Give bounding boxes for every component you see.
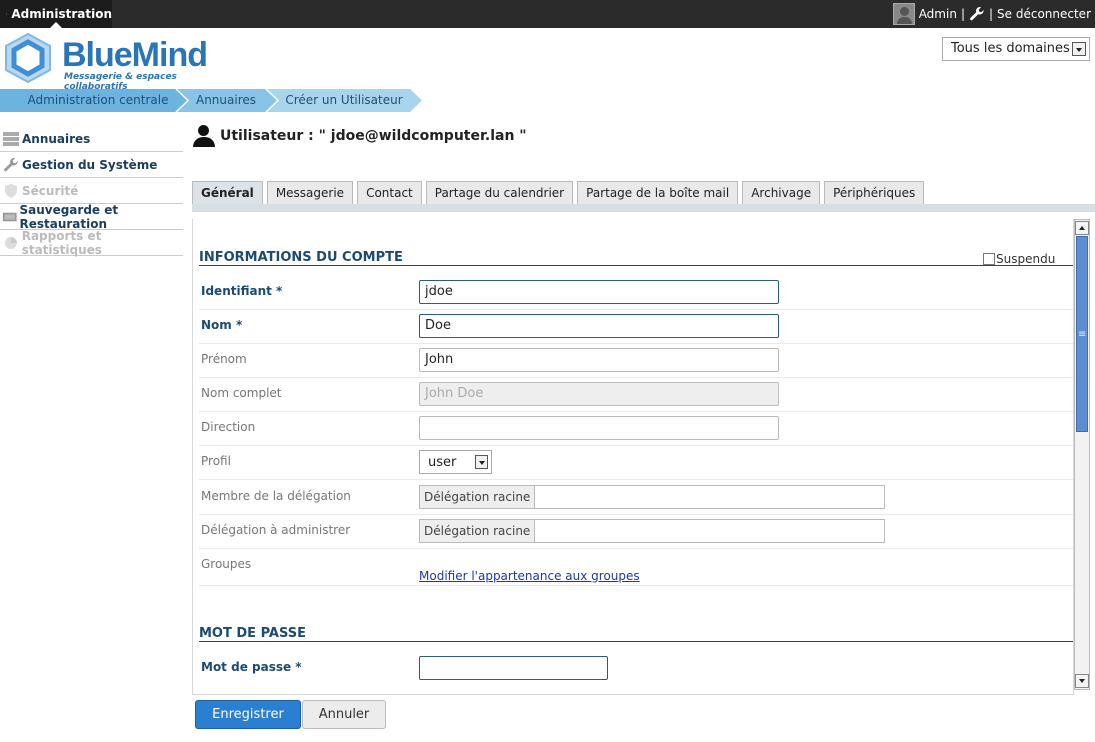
- sidebar-item-directories[interactable]: Annuaires: [0, 126, 183, 152]
- sidebar-item-reports: Rapports et statistiques: [0, 228, 183, 257]
- tab-underline: [192, 204, 1095, 212]
- section-divider: [199, 265, 1073, 266]
- tab-general[interactable]: Général: [192, 181, 263, 205]
- groups-label: Groupes: [201, 557, 252, 571]
- sidebar-item-label: Rapports et statistiques: [21, 228, 102, 257]
- password-label: Mot de passe *: [201, 660, 302, 674]
- scroll-down-icon[interactable]: [1075, 674, 1089, 688]
- profile-select[interactable]: user: [419, 450, 492, 474]
- row-groups: Groupes Modifier l'appartenance aux grou…: [199, 549, 1073, 586]
- backup-drive-icon: [2, 212, 17, 221]
- section-title-account: INFORMATIONS DU COMPTE: [199, 250, 403, 265]
- domain-select-value: Tous les domaines: [951, 41, 1070, 56]
- sidebar-item-security: Sécurité: [0, 178, 183, 204]
- profile-label: Profil: [201, 454, 231, 468]
- member-delegation-prefix: Délégation racine: [420, 486, 536, 508]
- wrench-icon[interactable]: [969, 6, 985, 22]
- row-lastname: Nom * Doe: [199, 310, 1073, 344]
- member-delegation-field[interactable]: Délégation racine: [419, 485, 885, 509]
- logo: BlueMind Messagerie & espaces collaborat…: [2, 32, 212, 92]
- sidebar: Annuaires Gestion du Système Sécurité Sa…: [0, 126, 183, 257]
- suspend-toggle[interactable]: Suspendu: [983, 252, 1055, 266]
- top-bar: Administration Admin | | Se déconnecter: [0, 0, 1095, 28]
- row-login: Identifiant * jdoe: [199, 276, 1073, 310]
- breadcrumb-item-create-user: Créer un Utilisateur: [285, 93, 403, 107]
- wrench-icon: [6, 13, 8, 15]
- breadcrumb-item-admin[interactable]: Administration centrale: [18, 89, 178, 112]
- sidebar-item-label: Gestion du Système: [22, 157, 158, 172]
- firstname-input[interactable]: John: [419, 348, 779, 372]
- separator: |: [960, 7, 965, 21]
- chevron-down-icon: [1072, 42, 1086, 56]
- scrollbar[interactable]: [1074, 219, 1090, 690]
- breadcrumb-item-directories[interactable]: Annuaires: [184, 89, 268, 112]
- tab-calendar-sharing[interactable]: Partage du calendrier: [425, 181, 574, 205]
- cancel-button[interactable]: Annuler: [302, 700, 386, 729]
- row-profile: Profil user: [199, 446, 1073, 480]
- login-input[interactable]: jdoe: [419, 280, 779, 304]
- tab-devices[interactable]: Périphériques: [824, 181, 925, 205]
- groups-link[interactable]: Modifier l'appartenance aux groupes: [419, 569, 640, 583]
- section-title-password: MOT DE PASSE: [199, 626, 306, 641]
- app-title: Administration: [11, 7, 112, 21]
- sidebar-item-backup[interactable]: Sauvegarde et Restauration: [0, 202, 183, 231]
- fullname-label: Nom complet: [201, 386, 282, 400]
- avatar[interactable]: [892, 3, 915, 25]
- row-member-delegation: Membre de la délégation Délégation racin…: [199, 481, 1073, 515]
- logout-link[interactable]: Se déconnecter: [997, 7, 1091, 21]
- form-panel: INFORMATIONS DU COMPTE Suspendu Identifi…: [192, 219, 1074, 695]
- brand-name: BlueMind: [62, 36, 208, 74]
- row-fullname: Nom complet John Doe: [199, 378, 1073, 412]
- domain-select[interactable]: Tous les domaines: [942, 37, 1090, 61]
- section-divider: [199, 641, 1073, 642]
- sidebar-item-label: Sécurité: [22, 183, 79, 198]
- user-name[interactable]: Admin: [919, 7, 957, 21]
- scrollbar-thumb[interactable]: [1076, 236, 1088, 432]
- lastname-label: Nom *: [201, 318, 243, 332]
- profile-select-value: user: [428, 455, 457, 470]
- admin-menu[interactable]: Administration: [0, 0, 112, 28]
- wrench-icon: [4, 157, 18, 171]
- shield-icon: [5, 183, 17, 198]
- sidebar-item-system[interactable]: Gestion du Système: [0, 152, 183, 178]
- breadcrumb: Administration centrale Annuaires Créer …: [0, 89, 430, 112]
- scroll-up-icon[interactable]: [1075, 221, 1089, 235]
- admin-delegation-prefix: Délégation racine: [420, 520, 536, 542]
- sidebar-item-label: Sauvegarde et Restauration: [19, 202, 119, 231]
- directory-icon: [3, 131, 19, 146]
- row-direction: Direction: [199, 412, 1073, 446]
- row-password: Mot de passe *: [199, 652, 1073, 686]
- fullname-input: John Doe: [419, 382, 779, 406]
- tab-contact[interactable]: Contact: [357, 181, 422, 205]
- sidebar-item-label: Annuaires: [22, 131, 91, 146]
- direction-input[interactable]: [419, 416, 779, 440]
- suspend-label: Suspendu: [996, 252, 1056, 266]
- row-firstname: Prénom John: [199, 344, 1073, 378]
- lastname-input[interactable]: Doe: [419, 314, 779, 338]
- firstname-label: Prénom: [201, 352, 247, 366]
- save-button[interactable]: Enregistrer: [195, 700, 301, 729]
- bluemind-logo-icon: [5, 32, 51, 84]
- tab-archiving[interactable]: Archivage: [742, 181, 821, 205]
- row-admin-delegation: Délégation à administrer Délégation raci…: [199, 515, 1073, 549]
- suspend-checkbox[interactable]: [983, 253, 995, 265]
- user-icon: [192, 125, 216, 147]
- page-title: Utilisateur : " jdoe@wildcomputer.lan ": [192, 125, 527, 147]
- password-input[interactable]: [419, 656, 608, 680]
- login-label: Identifiant *: [201, 284, 283, 298]
- page-title-text: Utilisateur : " jdoe@wildcomputer.lan ": [220, 128, 527, 144]
- tab-messaging[interactable]: Messagerie: [266, 181, 354, 205]
- chart-icon: [4, 236, 17, 249]
- member-delegation-label: Membre de la délégation: [201, 489, 351, 503]
- chevron-down-icon: [475, 455, 488, 469]
- admin-delegation-label: Délégation à administrer: [201, 523, 351, 537]
- separator: |: [988, 7, 994, 21]
- tab-bar: Général Messagerie Contact Partage du ca…: [192, 181, 925, 205]
- admin-delegation-field[interactable]: Délégation racine: [419, 519, 885, 543]
- direction-label: Direction: [201, 420, 256, 434]
- tab-mailbox-sharing[interactable]: Partage de la boîte mail: [577, 181, 739, 205]
